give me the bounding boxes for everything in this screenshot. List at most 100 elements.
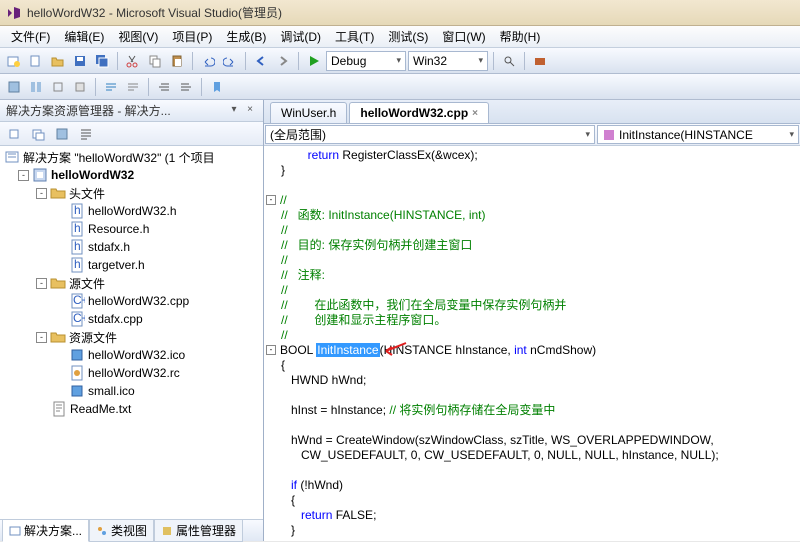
add-item-button[interactable] — [26, 51, 46, 71]
tree-file[interactable]: hstdafx.h — [0, 238, 263, 256]
tab-winuser[interactable]: WinUser.h — [270, 102, 347, 123]
tree-file[interactable]: ReadMe.txt — [0, 400, 263, 418]
navigation-bar: (全局范围) InitInstance(HINSTANCE — [264, 124, 800, 146]
editor-tabstrip: WinUser.h helloWordW32.cpp× — [264, 100, 800, 124]
tab-property-manager[interactable]: 属性管理器 — [154, 519, 243, 542]
svg-text:h: h — [74, 239, 81, 253]
tree-project-node[interactable]: - helloWordW32 — [0, 166, 263, 184]
folder-icon — [50, 185, 66, 201]
editor-area: WinUser.h helloWordW32.cpp× (全局范围) InitI… — [264, 100, 800, 541]
menu-edit[interactable]: 编辑(E) — [57, 26, 111, 47]
scope-dropdown[interactable]: (全局范围) — [265, 125, 595, 144]
menu-bar: 文件(F) 编辑(E) 视图(V) 项目(P) 生成(B) 调试(D) 工具(T… — [0, 26, 800, 48]
sol-home-button[interactable] — [4, 124, 24, 144]
tree-headers-folder[interactable]: - 头文件 — [0, 184, 263, 202]
ico-file-icon — [69, 347, 85, 363]
tab-helloword[interactable]: helloWordW32.cpp× — [349, 102, 489, 123]
tree-file[interactable]: helloWordW32.ico — [0, 346, 263, 364]
toolbar-main: Debug Win32 — [0, 48, 800, 74]
svg-text:h: h — [74, 257, 81, 271]
expand-icon[interactable]: - — [36, 332, 47, 343]
tb2-uncomment[interactable] — [123, 77, 143, 97]
tree-file[interactable]: C+helloWordW32.cpp — [0, 292, 263, 310]
member-dropdown[interactable]: InitInstance(HINSTANCE — [597, 125, 799, 144]
solution-explorer: 解决方案资源管理器 - 解决方... ▾ × 解决方案 "helloWordW3… — [0, 100, 264, 541]
menu-window[interactable]: 窗口(W) — [435, 26, 492, 47]
save-all-button[interactable] — [92, 51, 112, 71]
paste-button[interactable] — [167, 51, 187, 71]
tree-file[interactable]: htargetver.h — [0, 256, 263, 274]
tab-solution-explorer[interactable]: 解决方案... — [2, 519, 89, 542]
redo-button[interactable] — [220, 51, 240, 71]
svg-text:h: h — [74, 203, 81, 217]
code-editor[interactable]: return RegisterClassEx(&wcex); } -// // … — [264, 146, 800, 541]
panel-close-icon[interactable]: × — [243, 104, 257, 118]
classview-icon — [96, 525, 108, 537]
new-project-button[interactable] — [4, 51, 24, 71]
sol-showall-button[interactable] — [52, 124, 72, 144]
outline-collapse-icon[interactable]: - — [266, 195, 276, 205]
config-dropdown[interactable]: Debug — [326, 51, 406, 71]
window-title: helloWordW32 - Microsoft Visual Studio(管… — [27, 4, 282, 21]
tree-sources-folder[interactable]: - 源文件 — [0, 274, 263, 292]
start-debug-button[interactable] — [304, 51, 324, 71]
sol-refresh-button[interactable] — [28, 124, 48, 144]
svg-text:C+: C+ — [73, 293, 85, 307]
cut-button[interactable] — [123, 51, 143, 71]
tb2-indent[interactable] — [154, 77, 174, 97]
find-button[interactable] — [499, 51, 519, 71]
expand-icon[interactable]: - — [36, 188, 47, 199]
expand-icon[interactable]: - — [18, 170, 29, 181]
solution-explorer-header: 解决方案资源管理器 - 解决方... ▾ × — [0, 100, 263, 122]
menu-file[interactable]: 文件(F) — [4, 26, 57, 47]
menu-project[interactable]: 项目(P) — [165, 26, 219, 47]
vs-icon — [6, 5, 22, 21]
svg-text:C+: C+ — [73, 311, 85, 325]
tree-resources-folder[interactable]: - 资源文件 — [0, 328, 263, 346]
selection-highlight: InitInstance — [316, 343, 379, 357]
tb2-btn1[interactable] — [4, 77, 24, 97]
save-button[interactable] — [70, 51, 90, 71]
tab-class-view[interactable]: 类视图 — [89, 519, 154, 542]
menu-help[interactable]: 帮助(H) — [493, 26, 548, 47]
copy-button[interactable] — [145, 51, 165, 71]
rc-file-icon — [69, 365, 85, 381]
undo-button[interactable] — [198, 51, 218, 71]
tb2-comment[interactable] — [101, 77, 121, 97]
nav-back-button[interactable] — [251, 51, 271, 71]
ico-file-icon — [69, 383, 85, 399]
platform-dropdown[interactable]: Win32 — [408, 51, 488, 71]
menu-debug[interactable]: 调试(D) — [273, 26, 328, 47]
outline-collapse-icon[interactable]: - — [266, 345, 276, 355]
menu-tools[interactable]: 工具(T) — [328, 26, 381, 47]
tb2-outdent[interactable] — [176, 77, 196, 97]
toolbox-button[interactable] — [530, 51, 550, 71]
expand-icon[interactable]: - — [36, 278, 47, 289]
propmgr-icon — [161, 525, 173, 537]
red-arrow-annotation — [382, 341, 408, 359]
close-tab-icon[interactable]: × — [472, 108, 478, 119]
sol-properties-button[interactable] — [76, 124, 96, 144]
tree-file[interactable]: hhelloWordW32.h — [0, 202, 263, 220]
open-button[interactable] — [48, 51, 68, 71]
menu-view[interactable]: 视图(V) — [111, 26, 165, 47]
tb2-bookmark[interactable] — [207, 77, 227, 97]
tree-solution-node[interactable]: 解决方案 "helloWordW32" (1 个项目 — [0, 148, 263, 166]
panel-dropdown-icon[interactable]: ▾ — [227, 104, 241, 118]
tb2-btn4[interactable] — [70, 77, 90, 97]
nav-fwd-button[interactable] — [273, 51, 293, 71]
tree-file[interactable]: small.ico — [0, 382, 263, 400]
h-file-icon: h — [69, 203, 85, 219]
tb2-btn2[interactable] — [26, 77, 46, 97]
menu-build[interactable]: 生成(B) — [219, 26, 273, 47]
tb2-btn3[interactable] — [48, 77, 68, 97]
txt-file-icon — [51, 401, 67, 417]
tree-file[interactable]: C+stdafx.cpp — [0, 310, 263, 328]
svg-text:h: h — [74, 221, 81, 235]
tree-file[interactable]: hResource.h — [0, 220, 263, 238]
solution-tree[interactable]: 解决方案 "helloWordW32" (1 个项目 - helloWordW3… — [0, 146, 263, 519]
menu-test[interactable]: 测试(S) — [381, 26, 435, 47]
tree-file[interactable]: helloWordW32.rc — [0, 364, 263, 382]
h-file-icon: h — [69, 221, 85, 237]
h-file-icon: h — [69, 257, 85, 273]
